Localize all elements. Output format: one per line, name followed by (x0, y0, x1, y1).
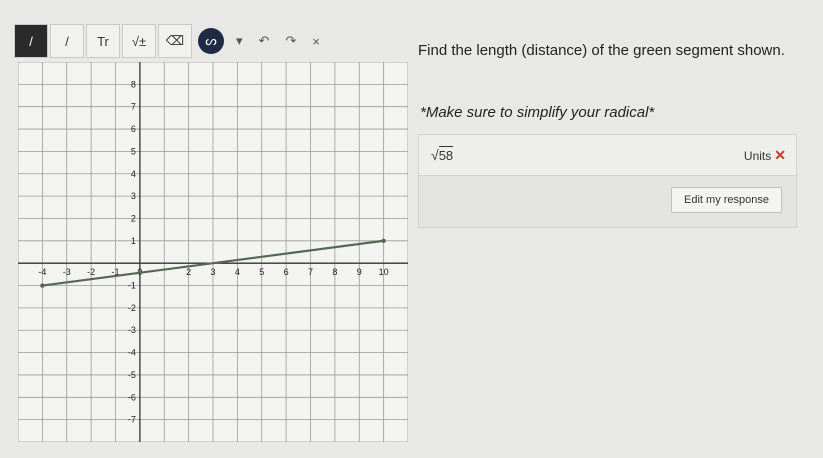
eraser-icon: ⌫ (165, 33, 185, 48)
y-tick-label: 5 (131, 146, 136, 156)
question-text: Find the length (distance) of the green … (418, 42, 785, 59)
y-tick-label: 2 (131, 213, 136, 223)
redo-button[interactable]: ↷ (285, 33, 296, 49)
segment-endpoint (40, 283, 45, 288)
sqrt-tool-button[interactable]: √± (122, 24, 156, 58)
y-tick-label: -5 (128, 370, 136, 380)
y-tick-label: 3 (131, 191, 136, 201)
x-tick-label: -3 (63, 267, 71, 277)
pen-icon: / (29, 33, 33, 49)
x-tick-label: -2 (87, 267, 95, 277)
response-area: Edit my response (418, 176, 797, 228)
line-tool-button[interactable]: / (50, 24, 84, 58)
x-tick-label: 9 (357, 267, 362, 277)
x-tick-label: 10 (379, 267, 389, 277)
edit-response-button[interactable]: Edit my response (671, 187, 782, 213)
x-tick-label: 7 (308, 267, 313, 277)
grid-svg: -4-3-2-10234567891087654321-1-2-3-4-5-6-… (18, 62, 408, 442)
pen-tool-button[interactable]: / (14, 24, 48, 58)
answer-value: √58 (431, 146, 454, 163)
y-tick-label: 8 (131, 79, 136, 89)
x-tick-label: 4 (235, 267, 240, 277)
y-tick-label: 7 (131, 102, 136, 112)
y-tick-label: -3 (128, 325, 136, 335)
close-toolbar-button[interactable]: × (312, 34, 320, 49)
units-x-icon[interactable]: ✕ (774, 147, 786, 163)
y-tick-label: -6 (128, 392, 136, 402)
dropdown-arrow-icon[interactable]: ▾ (236, 33, 243, 49)
question-note: *Make sure to simplify your radical* (420, 104, 655, 121)
segment-endpoint (381, 238, 386, 244)
eraser-tool-button[interactable]: ⌫ (158, 24, 192, 58)
units-text: Units (743, 149, 772, 163)
y-tick-label: 4 (131, 169, 136, 179)
x-tick-label: 8 (332, 267, 337, 277)
y-tick-label: -2 (128, 303, 136, 313)
units-label: Units ✕ (744, 147, 786, 164)
line-icon: / (65, 33, 69, 49)
text-icon: Tr (97, 33, 109, 49)
x-tick-label: 2 (186, 267, 191, 277)
drawing-toolbar: / / Tr √± ⌫ ᔕ ▾ ↶ ↷ × (14, 24, 392, 58)
x-tick-label: -4 (38, 267, 46, 277)
radicand: 58 (438, 146, 454, 163)
sqrt-icon: √± (131, 33, 147, 49)
undo-button[interactable]: ↶ (259, 33, 270, 49)
y-tick-label: 1 (131, 236, 136, 246)
y-tick-label: -1 (128, 281, 136, 291)
y-tick-label: -4 (128, 348, 136, 358)
x-tick-label: 5 (259, 267, 264, 277)
radical-symbol: √ (431, 147, 439, 163)
answer-box[interactable]: √58 Units ✕ (418, 134, 797, 176)
y-tick-label: -7 (128, 415, 136, 425)
y-tick-label: 6 (131, 124, 136, 134)
coordinate-grid[interactable]: -4-3-2-10234567891087654321-1-2-3-4-5-6-… (18, 62, 408, 442)
color-picker-button[interactable]: ᔕ (198, 28, 224, 54)
x-tick-label: 6 (284, 267, 289, 277)
color-swatch-icon: ᔕ (205, 33, 217, 48)
x-tick-label: 3 (210, 267, 215, 277)
text-tool-button[interactable]: Tr (86, 24, 120, 58)
